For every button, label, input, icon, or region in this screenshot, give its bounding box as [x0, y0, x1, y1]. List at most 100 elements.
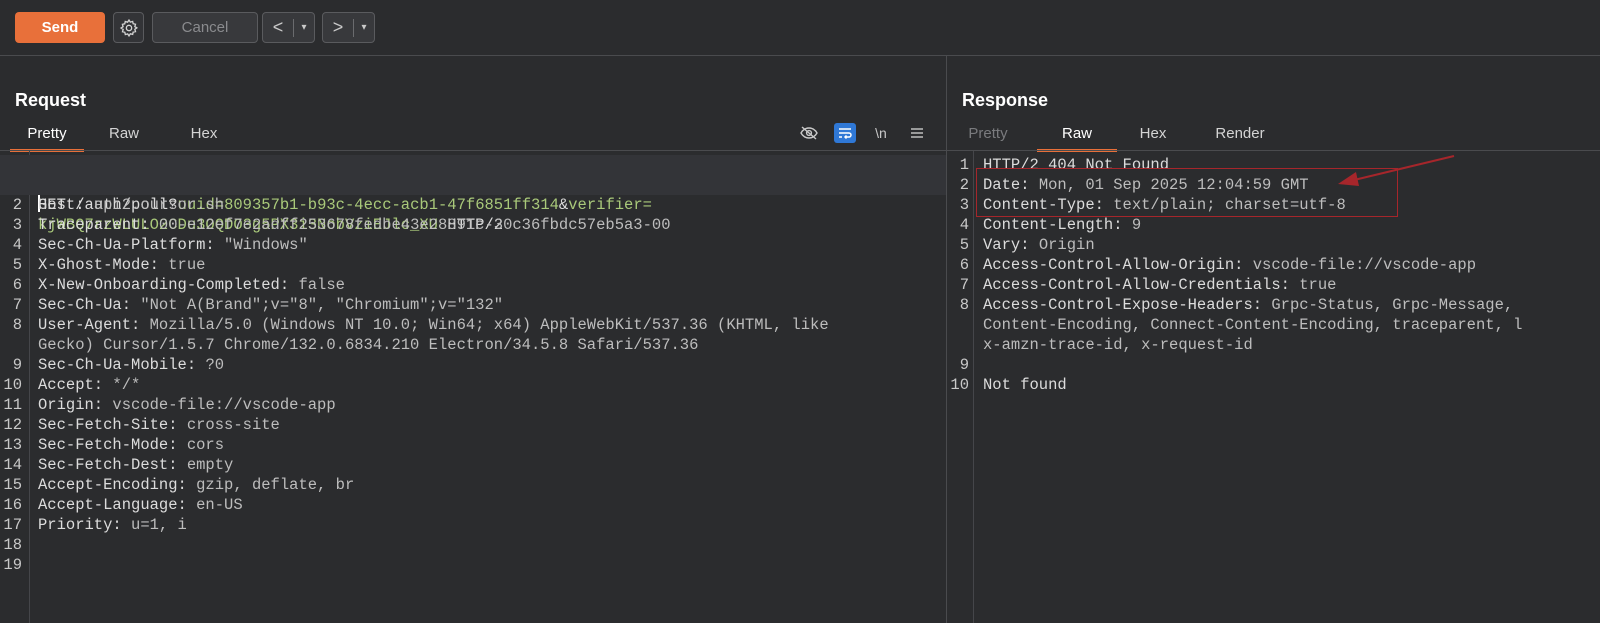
header-line: 6 X-New-Onboarding-Completed: false: [0, 275, 946, 295]
line-number: 10: [950, 376, 969, 394]
header-key: Accept-Encoding:: [38, 476, 187, 494]
header-line: 9: [947, 355, 1600, 375]
request-view-options: \n: [798, 122, 928, 144]
request-line: 1 GET /auth/poll?uuid=809357b1-b93c-4ecc…: [0, 155, 946, 214]
header-key: Sec-Ch-Ua-Mobile:: [38, 356, 197, 374]
header-value: gzip, deflate, br: [186, 476, 355, 494]
header-value: empty: [177, 456, 234, 474]
toolbar: Send Cancel < ▾ > ▾: [0, 0, 1600, 56]
line-number: 2: [959, 176, 969, 194]
header-line: 19: [0, 555, 946, 575]
back-button[interactable]: < ▾: [262, 12, 315, 43]
tab-render[interactable]: Render: [1196, 122, 1284, 149]
tab-pretty[interactable]: Pretty: [10, 122, 84, 152]
header-line: 4 Sec-Ch-Ua-Platform: "Windows": [0, 235, 946, 255]
header-line: 9 Sec-Ch-Ua-Mobile: ?0: [0, 355, 946, 375]
header-line: 17 Priority: u=1, i: [0, 515, 946, 535]
line-number: 16: [3, 496, 22, 514]
settings-button[interactable]: [113, 12, 144, 43]
chevron-down-icon[interactable]: ▾: [354, 22, 374, 33]
header-line: 5 Vary: Origin: [947, 235, 1600, 255]
line-number: 6: [12, 276, 22, 294]
line-number: 3: [12, 216, 22, 234]
hide-icon[interactable]: [798, 123, 820, 143]
line-number: 18: [3, 536, 22, 554]
header-line: x-amzn-trace-id, x-request-id: [947, 335, 1600, 355]
line-number: 7: [959, 276, 969, 294]
line-number: 5: [12, 256, 22, 274]
request-title: Request: [15, 90, 87, 110]
header-key: X-New-Onboarding-Completed:: [38, 276, 290, 294]
header-line: 2 Host: api2.cursor.sh: [0, 195, 946, 215]
header-value: "Windows": [214, 236, 308, 254]
tab-raw[interactable]: Raw: [88, 122, 160, 149]
response-pane: Response Pretty Raw Hex Render 1 HTTP/2 4…: [947, 56, 1600, 623]
header-value: u=1, i: [121, 516, 187, 534]
line-number: 8: [959, 296, 969, 314]
header-key: Sec-Ch-Ua-Platform:: [38, 236, 215, 254]
header-key: Origin:: [38, 396, 104, 414]
menu-icon[interactable]: [906, 123, 928, 143]
header-value: Grpc-Status, Grpc-Message,: [1262, 296, 1514, 314]
tab-raw[interactable]: Raw: [1037, 122, 1117, 152]
header-key: X-Ghost-Mode:: [38, 256, 159, 274]
header-line: 10 Accept: */*: [0, 375, 946, 395]
line-number: 4: [959, 216, 969, 234]
chevron-down-icon[interactable]: ▾: [294, 22, 314, 33]
tab-hex[interactable]: Hex: [1122, 122, 1184, 149]
header-key: Sec-Fetch-Mode:: [38, 436, 178, 454]
gear-icon: [119, 18, 138, 37]
request-editor[interactable]: 1 GET /auth/poll?uuid=809357b1-b93c-4ecc…: [0, 151, 946, 623]
tab-hex[interactable]: Hex: [168, 122, 240, 149]
header-value: en-US: [186, 496, 243, 514]
newline-toggle[interactable]: \n: [870, 123, 892, 143]
line-number: 8: [12, 316, 22, 334]
wrap-lines-icon[interactable]: [834, 123, 856, 143]
line-number: 9: [959, 356, 969, 374]
header-value: */*: [103, 376, 141, 394]
cancel-button[interactable]: Cancel: [152, 12, 258, 43]
response-title: Response: [962, 90, 1049, 110]
header-line: 6 Access-Control-Allow-Origin: vscode-fil…: [947, 255, 1600, 275]
line-number: 3: [959, 196, 969, 214]
header-line: 8 Access-Control-Expose-Headers: Grpc-Sta…: [947, 295, 1600, 315]
header-line: 15 Accept-Encoding: gzip, deflate, br: [0, 475, 946, 495]
header-key: Access-Control-Allow-Credentials:: [983, 276, 1290, 294]
line-number: 15: [3, 476, 22, 494]
tab-pretty[interactable]: Pretty: [957, 122, 1019, 149]
header-line: 13 Sec-Fetch-Mode: cors: [0, 435, 946, 455]
response-editor[interactable]: 1 HTTP/2 404 Not Found 2 Date: Mon, 01 Sep…: [947, 151, 1600, 623]
header-value: Content-Encoding, Connect-Content-Encodi…: [983, 316, 1523, 334]
header-key: Access-Control-Expose-Headers:: [983, 296, 1263, 314]
header-key: Host:: [38, 196, 85, 214]
request-line: kjWBQ7rzWLULO2CDu3OQDO3g5PX3i3NobVziEJlc…: [0, 175, 946, 234]
line-number: 7: [12, 296, 22, 314]
header-key: Sec-Fetch-Site:: [38, 416, 178, 434]
header-line: 8 User-Agent: Mozilla/5.0 (Windows NT 10.…: [0, 315, 946, 335]
body-line: 10 Not found: [947, 375, 1600, 395]
header-line: 16 Accept-Language: en-US: [0, 495, 946, 515]
request-tabs: Pretty Raw Hex: [0, 122, 240, 152]
response-tabs: Pretty Raw Hex Render: [947, 122, 1284, 152]
annotation-arrow-icon: [1338, 155, 1455, 186]
header-value: Gecko) Cursor/1.5.7 Chrome/132.0.6834.21…: [38, 336, 699, 354]
header-key: Accept-Language:: [38, 496, 187, 514]
header-key: Content-Length:: [983, 216, 1123, 234]
header-value: api2.cursor.sh: [84, 196, 225, 214]
forward-button[interactable]: > ▾: [322, 12, 375, 43]
line-number: 19: [3, 556, 22, 574]
line-number: 14: [3, 456, 22, 474]
request-pane: Request Pretty Raw Hex \n GET /auth/poll…: [0, 56, 947, 623]
line-number: 11: [3, 396, 22, 414]
header-line: 7 Sec-Ch-Ua: "Not A(Brand";v="8", "Chromi…: [0, 295, 946, 315]
line-number: 6: [959, 256, 969, 274]
line-number: 4: [12, 236, 22, 254]
send-button[interactable]: Send: [15, 12, 105, 43]
line-number: 2: [12, 196, 22, 214]
header-line: 11 Origin: vscode-file://vscode-app: [0, 395, 946, 415]
line-number: 5: [959, 236, 969, 254]
line-number: 12: [3, 416, 22, 434]
header-value: vscode-file://vscode-app: [103, 396, 336, 414]
header-value: true: [1289, 276, 1337, 294]
line-number: 13: [3, 436, 22, 454]
